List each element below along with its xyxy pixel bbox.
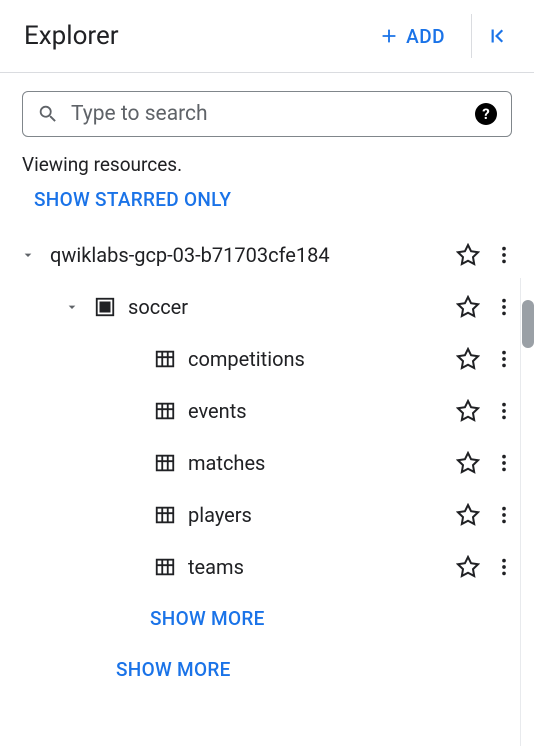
table-node[interactable]: players — [18, 489, 516, 541]
header-actions: ADD — [366, 14, 514, 58]
scroll-track — [520, 278, 521, 746]
table-node[interactable]: teams — [18, 541, 516, 593]
more-vert-icon — [493, 504, 515, 526]
chevron-down-icon — [64, 299, 80, 315]
table-label: teams — [188, 555, 444, 579]
star-toggle[interactable] — [456, 243, 480, 267]
table-icon — [154, 504, 176, 526]
more-vert-icon — [493, 296, 515, 318]
page-title: Explorer — [24, 21, 119, 51]
table-label: matches — [188, 451, 444, 475]
table-icon — [154, 452, 176, 474]
dataset-icon — [94, 296, 116, 318]
star-outline-icon — [456, 399, 480, 423]
help-icon[interactable]: ? — [475, 103, 497, 125]
star-outline-icon — [456, 243, 480, 267]
resource-tree: qwiklabs-gcp-03-b71703cfe184 soccer comp… — [0, 229, 534, 695]
more-actions-button[interactable] — [492, 348, 516, 370]
show-more-datasets-link[interactable]: SHOW MORE — [116, 644, 516, 695]
status-text: Viewing resources. — [0, 149, 534, 184]
star-outline-icon — [456, 347, 480, 371]
project-label: qwiklabs-gcp-03-b71703cfe184 — [50, 243, 444, 267]
dataset-label: soccer — [128, 295, 444, 319]
more-actions-button[interactable] — [492, 400, 516, 422]
star-toggle[interactable] — [456, 347, 480, 371]
star-outline-icon — [456, 503, 480, 527]
more-vert-icon — [493, 348, 515, 370]
chevron-down-icon — [20, 247, 36, 263]
expand-toggle[interactable] — [62, 299, 82, 315]
more-vert-icon — [493, 556, 515, 578]
table-icon — [154, 556, 176, 578]
table-icon — [154, 348, 176, 370]
divider — [471, 14, 472, 58]
more-actions-button[interactable] — [492, 452, 516, 474]
star-toggle[interactable] — [456, 399, 480, 423]
search-icon — [37, 103, 59, 125]
scrollbar-thumb[interactable] — [522, 300, 534, 348]
table-node[interactable]: matches — [18, 437, 516, 489]
collapse-panel-button[interactable] — [480, 17, 514, 55]
explorer-header: Explorer ADD — [0, 0, 534, 73]
star-outline-icon — [456, 451, 480, 475]
table-label: competitions — [188, 347, 444, 371]
more-actions-button[interactable] — [492, 296, 516, 318]
table-node[interactable]: events — [18, 385, 516, 437]
search-container: ? — [0, 73, 534, 149]
collapse-left-icon — [484, 23, 510, 49]
show-starred-only-link[interactable]: SHOW STARRED ONLY — [0, 184, 534, 229]
project-node[interactable]: qwiklabs-gcp-03-b71703cfe184 — [18, 229, 516, 281]
star-toggle[interactable] — [456, 503, 480, 527]
expand-toggle[interactable] — [18, 247, 38, 263]
table-label: events — [188, 399, 444, 423]
show-more-tables-link[interactable]: SHOW MORE — [150, 593, 516, 644]
star-toggle[interactable] — [456, 451, 480, 475]
search-input[interactable] — [71, 102, 463, 126]
add-button[interactable]: ADD — [366, 19, 457, 54]
more-actions-button[interactable] — [492, 244, 516, 266]
table-node[interactable]: competitions — [18, 333, 516, 385]
star-outline-icon — [456, 555, 480, 579]
more-vert-icon — [493, 452, 515, 474]
dataset-node[interactable]: soccer — [18, 281, 516, 333]
star-outline-icon — [456, 295, 480, 319]
table-icon — [154, 400, 176, 422]
more-vert-icon — [493, 400, 515, 422]
star-toggle[interactable] — [456, 555, 480, 579]
more-actions-button[interactable] — [492, 556, 516, 578]
more-vert-icon — [493, 244, 515, 266]
table-label: players — [188, 503, 444, 527]
plus-icon — [378, 25, 400, 47]
star-toggle[interactable] — [456, 295, 480, 319]
more-actions-button[interactable] — [492, 504, 516, 526]
search-box[interactable]: ? — [22, 91, 512, 137]
add-button-label: ADD — [406, 25, 445, 48]
